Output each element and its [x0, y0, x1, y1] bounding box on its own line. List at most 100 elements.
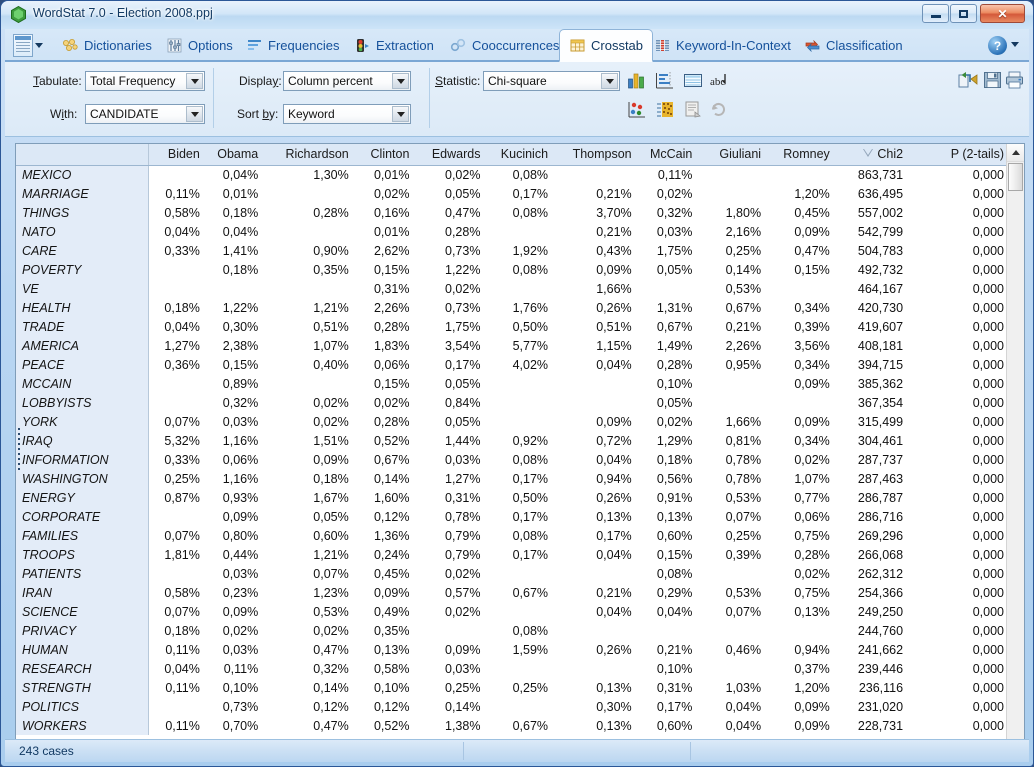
table-cell-clinton[interactable]: 0,67%: [352, 450, 414, 469]
column-header-obama[interactable]: Obama: [203, 144, 263, 166]
table-cell-edwards[interactable]: 0,02%: [413, 165, 485, 184]
table-cell-edwards[interactable]: 0,03%: [413, 450, 485, 469]
table-cell-thompson[interactable]: 0,26%: [552, 488, 636, 507]
table-cell-mccain[interactable]: 0,32%: [635, 203, 697, 222]
table-cell-thompson[interactable]: 0,21%: [552, 583, 636, 602]
table-cell-biden[interactable]: 1,27%: [148, 336, 204, 355]
table-cell-romney[interactable]: 0,39%: [765, 317, 834, 336]
table-cell-richardson[interactable]: 0,12%: [262, 697, 353, 716]
table-cell-chi2[interactable]: 266,068: [833, 545, 908, 564]
table-row[interactable]: ENERGY 0,87% 0,93% 1,67% 1,60% 0,31% 0,50% 0,26…: [16, 488, 1008, 507]
column-header-richardson[interactable]: Richardson: [262, 144, 353, 166]
table-cell-giuliani[interactable]: 1,66%: [696, 412, 766, 431]
table-cell-kucinich[interactable]: 4,02%: [484, 355, 553, 374]
table-cell-clinton[interactable]: 0,10%: [352, 678, 414, 697]
row-keyword-cell[interactable]: YORK: [16, 412, 150, 431]
table-cell-obama[interactable]: 0,23%: [203, 583, 263, 602]
column-header-kucinich[interactable]: Kucinich: [484, 144, 553, 166]
table-cell-biden[interactable]: 0,11%: [148, 716, 204, 735]
table-cell-chi2[interactable]: 636,495: [833, 184, 908, 203]
table-cell-richardson[interactable]: [262, 374, 353, 393]
table-cell-chi2[interactable]: 228,731: [833, 716, 908, 735]
table-cell-mccain[interactable]: 0,28%: [635, 355, 697, 374]
table-cell-romney[interactable]: 0,09%: [765, 716, 834, 735]
table-cell-obama[interactable]: 0,02%: [203, 621, 263, 640]
table-cell-giuliani[interactable]: 0,07%: [696, 507, 766, 526]
table-cell-romney[interactable]: 0,15%: [765, 260, 834, 279]
table-cell-clinton[interactable]: 0,28%: [352, 317, 414, 336]
table-cell-biden[interactable]: 0,11%: [148, 184, 204, 203]
table-cell-romney[interactable]: 0,13%: [765, 602, 834, 621]
tab-cooccurrences[interactable]: Cooccurrences: [441, 29, 568, 62]
table-cell-kucinich[interactable]: [484, 602, 553, 621]
tab-keyword-in-context[interactable]: Keyword-In-Context: [645, 29, 800, 62]
table-cell-p-2-tails[interactable]: 0,000: [907, 260, 1008, 279]
table-cell-romney[interactable]: 0,45%: [765, 203, 834, 222]
table-cell-biden[interactable]: [148, 564, 204, 583]
table-cell-edwards[interactable]: 0,05%: [413, 374, 485, 393]
table-cell-thompson[interactable]: [552, 374, 636, 393]
crosstab-grid[interactable]: Biden Obama Richardson Clinton Edwards K…: [15, 143, 1025, 756]
table-cell-kucinich[interactable]: 0,17%: [484, 469, 553, 488]
table-cell-biden[interactable]: 0,11%: [148, 678, 204, 697]
row-drag-handle[interactable]: [18, 428, 22, 472]
table-cell-romney[interactable]: 0,37%: [765, 659, 834, 678]
table-cell-obama[interactable]: 0,18%: [203, 203, 263, 222]
table-row[interactable]: THINGS 0,58% 0,18% 0,28% 0,16% 0,47% 0,08% 3,70…: [16, 203, 1008, 222]
table-cell-richardson[interactable]: 0,32%: [262, 659, 353, 678]
table-cell-chi2[interactable]: 863,731: [833, 165, 908, 184]
table-cell-biden[interactable]: 0,87%: [148, 488, 204, 507]
table-cell-obama[interactable]: 0,03%: [203, 640, 263, 659]
table-cell-obama[interactable]: 0,11%: [203, 659, 263, 678]
table-cell-edwards[interactable]: 0,02%: [413, 564, 485, 583]
row-keyword-cell[interactable]: ENERGY: [16, 488, 150, 507]
column-header-giuliani[interactable]: Giuliani: [696, 144, 766, 166]
table-cell-p-2-tails[interactable]: 0,000: [907, 298, 1008, 317]
table-cell-clinton[interactable]: 0,31%: [352, 279, 414, 298]
table-row[interactable]: NATO 0,04% 0,04% 0,01% 0,28% 0,21% 0,03% 2,16% 0…: [16, 222, 1008, 241]
table-cell-clinton[interactable]: 0,58%: [352, 659, 414, 678]
table-cell-clinton[interactable]: 0,06%: [352, 355, 414, 374]
table-cell-clinton[interactable]: 0,14%: [352, 469, 414, 488]
table-cell-richardson[interactable]: 1,67%: [262, 488, 353, 507]
table-row[interactable]: MEXICO 0,04% 1,30% 0,01% 0,02% 0,08% 0,11% 863,…: [16, 165, 1008, 184]
table-cell-richardson[interactable]: 0,07%: [262, 564, 353, 583]
table-cell-p-2-tails[interactable]: 0,000: [907, 564, 1008, 583]
table-cell-chi2[interactable]: 408,181: [833, 336, 908, 355]
table-cell-richardson[interactable]: [262, 184, 353, 203]
tabulate-dropdown-arrow[interactable]: [186, 73, 203, 89]
table-row[interactable]: LOBBYISTS 0,32% 0,02% 0,02% 0,84% 0,05% 367,35…: [16, 393, 1008, 412]
table-cell-biden[interactable]: 0,11%: [148, 640, 204, 659]
scrollbar-thumb[interactable]: [1008, 163, 1023, 191]
table-cell-kucinich[interactable]: 1,92%: [484, 241, 553, 260]
row-keyword-cell[interactable]: CARE: [16, 241, 150, 260]
table-cell-biden[interactable]: [148, 374, 204, 393]
row-keyword-cell[interactable]: VE: [16, 279, 150, 298]
table-cell-kucinich[interactable]: [484, 374, 553, 393]
application-menu-button[interactable]: [13, 32, 47, 58]
table-cell-obama[interactable]: 0,03%: [203, 564, 263, 583]
table-cell-chi2[interactable]: 542,799: [833, 222, 908, 241]
table-cell-p-2-tails[interactable]: 0,000: [907, 203, 1008, 222]
table-cell-biden[interactable]: [148, 697, 204, 716]
table-cell-chi2[interactable]: 286,716: [833, 507, 908, 526]
table-cell-clinton[interactable]: 2,62%: [352, 241, 414, 260]
tab-options[interactable]: Options: [157, 29, 242, 62]
table-cell-richardson[interactable]: 0,02%: [262, 621, 353, 640]
table-cell-thompson[interactable]: 0,17%: [552, 526, 636, 545]
table-cell-biden[interactable]: 0,18%: [148, 298, 204, 317]
row-keyword-cell[interactable]: NATO: [16, 222, 150, 241]
table-cell-giuliani[interactable]: [696, 659, 766, 678]
table-cell-clinton[interactable]: 0,12%: [352, 697, 414, 716]
table-cell-obama[interactable]: 0,32%: [203, 393, 263, 412]
table-cell-clinton[interactable]: 0,15%: [352, 260, 414, 279]
row-keyword-cell[interactable]: MEXICO: [16, 165, 150, 184]
table-cell-chi2[interactable]: 269,296: [833, 526, 908, 545]
column-header-romney[interactable]: Romney: [765, 144, 834, 166]
table-cell-mccain[interactable]: 0,11%: [635, 165, 697, 184]
table-cell-giuliani[interactable]: 1,03%: [696, 678, 766, 697]
table-cell-mccain[interactable]: 0,21%: [635, 640, 697, 659]
table-row[interactable]: SCIENCE 0,07% 0,09% 0,53% 0,49% 0,02% 0,04% 0,0…: [16, 602, 1008, 621]
table-cell-p-2-tails[interactable]: 0,000: [907, 716, 1008, 735]
table-cell-clinton[interactable]: 0,02%: [352, 184, 414, 203]
